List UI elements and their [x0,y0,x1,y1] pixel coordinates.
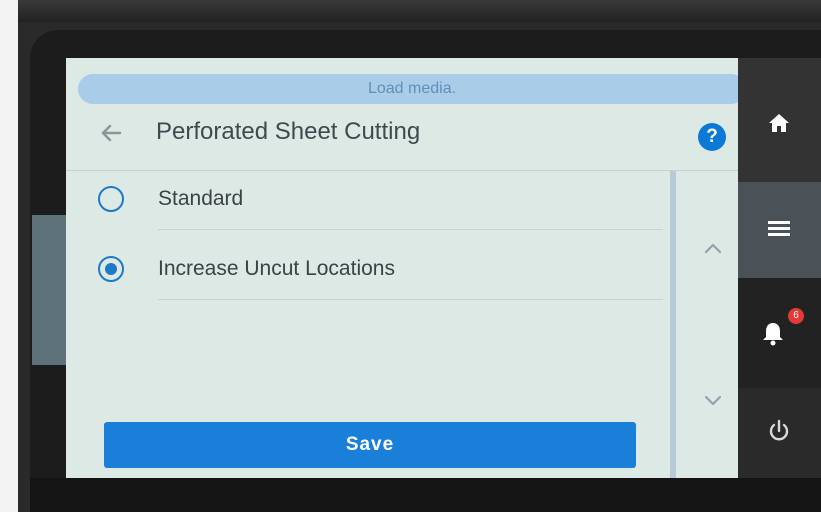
device-bottom-bezel [30,478,821,512]
header-divider [66,170,758,171]
side-nav-notifications[interactable]: 6 [738,278,821,388]
option-increase-uncut-locations[interactable]: Increase Uncut Locations [88,244,663,300]
row-divider [158,229,663,230]
radio-button-selected[interactable] [98,256,124,282]
radio-dot-icon [105,263,117,275]
home-icon [764,108,794,138]
option-label: Standard [158,187,244,210]
touch-screen: Load media. Perforated Sheet Cutting ? S… [66,58,758,478]
side-nav-power[interactable] [738,388,821,478]
power-icon [764,416,794,446]
page-title: Perforated Sheet Cutting [156,118,421,145]
side-nav-home[interactable] [738,58,821,182]
outer-frame [0,0,18,512]
scrollbar[interactable] [670,171,676,478]
device-top-edge [18,0,821,22]
hamburger-menu-icon [764,214,794,244]
save-button[interactable]: Save [104,422,636,468]
radio-button-unselected[interactable] [98,186,124,212]
option-standard[interactable]: Standard [88,174,663,230]
side-nav: 6 [738,58,821,478]
status-banner: Load media. [78,74,746,104]
back-arrow-icon[interactable] [94,116,128,150]
help-icon[interactable]: ? [698,123,726,151]
option-label: Increase Uncut Locations [158,257,395,280]
bell-icon [758,318,788,348]
side-nav-menu[interactable] [738,182,821,278]
row-divider [158,299,663,300]
chevron-up-icon[interactable] [698,233,728,263]
notification-badge: 6 [788,308,804,324]
chevron-down-icon[interactable] [698,386,728,416]
